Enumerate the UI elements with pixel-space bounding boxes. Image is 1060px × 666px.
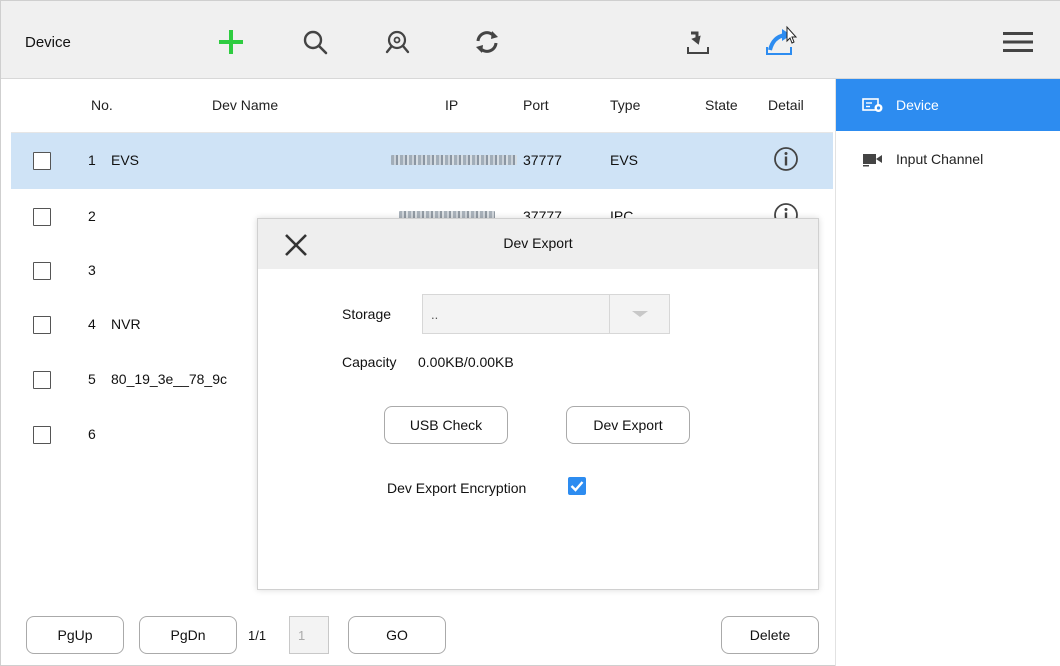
dialog-title: Dev Export <box>503 235 573 251</box>
row-number: 2 <box>88 208 96 224</box>
row-checkbox[interactable] <box>33 426 51 444</box>
storage-select[interactable]: .. <box>422 294 670 334</box>
go-button[interactable]: GO <box>348 616 446 654</box>
detail-info-icon[interactable] <box>773 146 799 175</box>
app-window: Device No. Dev Name IP Port Type State D… <box>0 0 1060 666</box>
row-type: EVS <box>610 152 639 168</box>
page-title: Device <box>25 34 71 51</box>
row-checkbox[interactable] <box>33 316 51 334</box>
row-port: 37777 <box>523 152 562 168</box>
refresh-icon[interactable] <box>470 25 504 59</box>
row-dev-name: 80_19_3e__78_9c <box>111 371 228 387</box>
side-panel: Device Input Channel <box>835 79 1060 666</box>
page-indicator: 1/1 <box>248 628 267 643</box>
toolbar: Device <box>1 1 1060 79</box>
checkmark-icon <box>570 481 584 492</box>
ip-address-blurred <box>391 155 517 165</box>
column-port: Port <box>523 97 549 113</box>
dev-export-button[interactable]: Dev Export <box>566 406 690 444</box>
export-icon[interactable] <box>763 25 797 59</box>
add-icon[interactable] <box>214 25 248 59</box>
side-item-label: Input Channel <box>896 151 984 167</box>
row-number: 6 <box>88 426 96 442</box>
search-icon[interactable] <box>298 25 332 59</box>
dev-export-dialog: Dev Export Storage .. Capacity 0.00KB/0.… <box>257 218 819 590</box>
column-type: Type <box>610 97 641 113</box>
pgdn-button[interactable]: PgDn <box>139 616 237 654</box>
encryption-checkbox[interactable] <box>568 477 586 495</box>
storage-label: Storage <box>342 306 392 322</box>
usb-check-button[interactable]: USB Check <box>384 406 508 444</box>
row-checkbox[interactable] <box>33 208 51 226</box>
auto-search-icon[interactable] <box>381 25 415 59</box>
row-number: 1 <box>88 152 96 168</box>
capacity-value: 0.00KB/0.00KB <box>418 354 514 370</box>
dialog-header: Dev Export <box>258 219 818 269</box>
row-checkbox[interactable] <box>33 371 51 389</box>
row-checkbox[interactable] <box>33 262 51 280</box>
table-row[interactable]: 1 EVS 37777 EVS <box>11 133 833 189</box>
side-item-label: Device <box>896 97 939 113</box>
table-header: No. Dev Name IP Port Type State Detail <box>11 79 833 133</box>
row-checkbox[interactable] <box>33 152 51 170</box>
chevron-down-icon[interactable] <box>609 295 669 333</box>
delete-button[interactable]: Delete <box>721 616 819 654</box>
side-item-input-channel[interactable]: Input Channel <box>836 133 1060 185</box>
device-icon <box>862 97 884 113</box>
row-number: 5 <box>88 371 96 387</box>
side-item-device[interactable]: Device <box>836 79 1060 131</box>
column-dev-name: Dev Name <box>212 97 279 113</box>
column-detail: Detail <box>768 97 804 113</box>
row-dev-name: NVR <box>111 316 141 332</box>
camera-icon <box>862 151 884 167</box>
capacity-label: Capacity <box>342 354 397 370</box>
menu-icon[interactable] <box>1001 25 1035 59</box>
page-number-input[interactable] <box>289 616 329 654</box>
row-number: 4 <box>88 316 96 332</box>
column-no: No. <box>91 97 113 113</box>
import-icon[interactable] <box>681 25 715 59</box>
pgup-button[interactable]: PgUp <box>26 616 124 654</box>
column-state: State <box>705 97 738 113</box>
column-ip: IP <box>445 97 459 113</box>
row-dev-name: EVS <box>111 152 140 168</box>
row-number: 3 <box>88 262 96 278</box>
storage-value: .. <box>431 307 439 322</box>
encryption-label: Dev Export Encryption <box>387 480 527 496</box>
